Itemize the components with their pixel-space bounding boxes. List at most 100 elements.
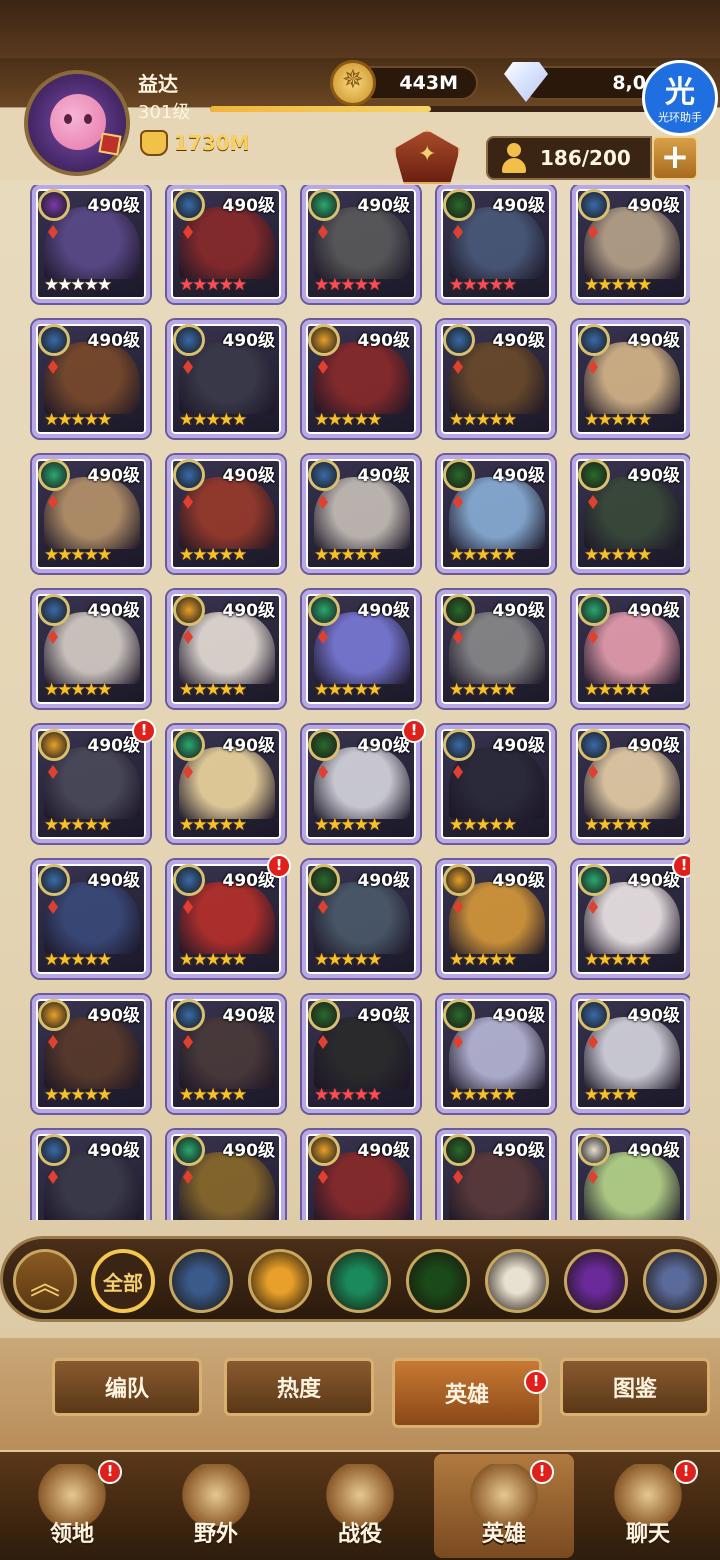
hero-card[interactable]: 490级 ★★★★★ — [32, 995, 150, 1113]
hero-card[interactable]: 490级 ★★★★★ — [437, 725, 555, 843]
hero-card[interactable]: 490级 ★★★★★! — [572, 854, 690, 978]
faction-icon — [308, 864, 340, 896]
hero-grid: 490级 ★★★★★ 490级 ★★★★★ 490级 ★★★★★ 490级 ★★★★★ 490级… — [30, 185, 690, 1220]
tab-1[interactable]: 热度 — [224, 1358, 374, 1416]
hero-stars: ★★★★★ — [44, 545, 112, 565]
filter-all-button[interactable]: 全部 — [91, 1249, 155, 1313]
hero-level: 490级 — [357, 331, 411, 351]
tab-0[interactable]: 编队 — [52, 1358, 202, 1416]
hero-card[interactable]: 490级 ★★★★★ — [302, 995, 420, 1113]
hero-stars: ★★★★★ — [449, 815, 517, 835]
nav-label: 战役 — [337, 1522, 382, 1547]
faction-icon — [443, 999, 475, 1031]
hero-level: 490级 — [87, 1141, 141, 1161]
hero-level: 490级 — [492, 1006, 546, 1026]
hero-card[interactable]: 490级 — [302, 1130, 420, 1220]
hero-card[interactable]: 490级 ★★★★★ — [302, 860, 420, 978]
hero-card[interactable]: 490级 ★★★★★ — [167, 320, 285, 438]
hero-card[interactable]: 490级 ★★★★★ — [167, 590, 285, 708]
faction-icon — [173, 324, 205, 356]
sun-icon[interactable] — [248, 1249, 312, 1313]
faction-icon — [173, 729, 205, 761]
hero-card[interactable]: 490级 ★★★★★ — [437, 590, 555, 708]
hero-stars: ★★★★★ — [179, 680, 247, 700]
hero-card[interactable]: 490级 ★★★★★ — [437, 995, 555, 1113]
faction-icon — [173, 189, 205, 221]
hero-card[interactable]: 490级 ★★★★★ — [437, 455, 555, 573]
hero-card[interactable]: 490级 ★★★★★ — [167, 725, 285, 843]
hero-card[interactable]: 490级 ★★★★★ — [572, 455, 690, 573]
hero-card[interactable]: 490级 ★★★★ — [572, 995, 690, 1113]
hero-card[interactable]: 490级 ★★★★★ — [167, 185, 285, 303]
hero-card[interactable]: 490级 ★★★★★ — [302, 590, 420, 708]
hero-stars: ★★★★★ — [314, 410, 382, 430]
hero-stars: ★★★★★ — [584, 815, 652, 835]
shield-rune-icon[interactable] — [643, 1249, 707, 1313]
assistant-floating-button[interactable]: 光 光环助手 — [642, 60, 718, 136]
tab-3[interactable]: 图鉴 — [560, 1358, 710, 1416]
hero-card[interactable]: 490级 ★★★★★ — [32, 590, 150, 708]
faction-icon — [308, 324, 340, 356]
hero-card[interactable]: 490级 ★★★★★ — [572, 725, 690, 843]
hero-stars: ★★★★★ — [314, 275, 382, 295]
light-star-icon[interactable] — [485, 1249, 549, 1313]
hero-stars: ★★★★★ — [449, 1085, 517, 1105]
hero-stars: ★★★★★ — [449, 545, 517, 565]
collapse-chevron-icon[interactable]: ︽ — [13, 1249, 77, 1313]
faction-icon — [38, 864, 70, 896]
leaf-icon[interactable] — [327, 1249, 391, 1313]
hero-card[interactable]: 490级 ★★★★★ — [32, 185, 150, 303]
hero-card[interactable]: 490级 ★★★★★! — [32, 719, 156, 843]
faction-icon — [38, 324, 70, 356]
nav-item-3[interactable]: 英雄! — [434, 1454, 574, 1558]
hero-card[interactable]: 490级 ★★★★★ — [437, 185, 555, 303]
hero-card[interactable]: 490级 — [167, 1130, 285, 1220]
hero-stars: ★★★★★ — [449, 950, 517, 970]
hero-card[interactable]: 490级 ★★★★★ — [572, 185, 690, 303]
diamond-value: 8,0 — [612, 72, 646, 94]
hero-level: 490级 — [492, 736, 546, 756]
hero-card[interactable]: 490级 — [32, 1130, 150, 1220]
xp-bar-fill — [210, 106, 431, 112]
hero-level: 490级 — [627, 1141, 681, 1161]
gold-counter[interactable]: 443M — [330, 60, 478, 106]
hero-level: 490级 — [357, 1141, 411, 1161]
hero-card[interactable]: 490级 ★★★★★ — [302, 185, 420, 303]
dark-gem-icon[interactable] — [564, 1249, 628, 1313]
faction-icon — [173, 864, 205, 896]
hero-card[interactable]: 490级 ★★★★★ — [32, 455, 150, 573]
hero-card[interactable]: 490级 ★★★★★ — [572, 590, 690, 708]
hero-card[interactable]: 490级 ★★★★★ — [302, 320, 420, 438]
star-compass-icon[interactable] — [169, 1249, 233, 1313]
faction-icon — [38, 459, 70, 491]
player-level: 301级 — [138, 102, 191, 123]
nav-item-1[interactable]: 野外 — [146, 1454, 286, 1558]
nav-item-4[interactable]: 聊天! — [578, 1454, 718, 1558]
hero-level: 490级 — [87, 1006, 141, 1026]
hero-card[interactable]: 490级 ★★★★★ — [167, 455, 285, 573]
hero-level: 490级 — [492, 601, 546, 621]
tab-2[interactable]: 英雄 — [392, 1358, 542, 1428]
hero-level: 490级 — [357, 196, 411, 216]
nav-item-2[interactable]: 战役 — [290, 1454, 430, 1558]
hero-card[interactable]: 490级 ★★★★★ — [437, 860, 555, 978]
player-avatar[interactable] — [24, 70, 130, 176]
hero-card[interactable]: 490级 ★★★★★! — [302, 719, 426, 843]
hero-card[interactable]: 490级 ★★★★★ — [167, 995, 285, 1113]
eye-icon[interactable] — [406, 1249, 470, 1313]
hero-alert-badge: ! — [672, 854, 690, 878]
hero-card[interactable]: 490级 ★★★★★! — [167, 854, 291, 978]
hero-card[interactable]: 490级 — [572, 1130, 690, 1220]
hero-card[interactable]: 490级 — [437, 1130, 555, 1220]
faction-icon — [443, 594, 475, 626]
hero-card[interactable]: 490级 ★★★★★ — [32, 320, 150, 438]
expand-roster-button[interactable]: + — [652, 136, 698, 180]
hero-stars: ★★★★★ — [314, 545, 382, 565]
hero-card[interactable]: 490级 ★★★★★ — [302, 455, 420, 573]
nav-item-0[interactable]: 领地! — [2, 1454, 142, 1558]
hero-card[interactable]: 490级 ★★★★★ — [32, 860, 150, 978]
hero-card[interactable]: 490级 ★★★★★ — [437, 320, 555, 438]
hero-card[interactable]: 490级 ★★★★★ — [572, 320, 690, 438]
hero-stars: ★★★★ — [584, 1085, 639, 1105]
hero-level: 490级 — [87, 601, 141, 621]
